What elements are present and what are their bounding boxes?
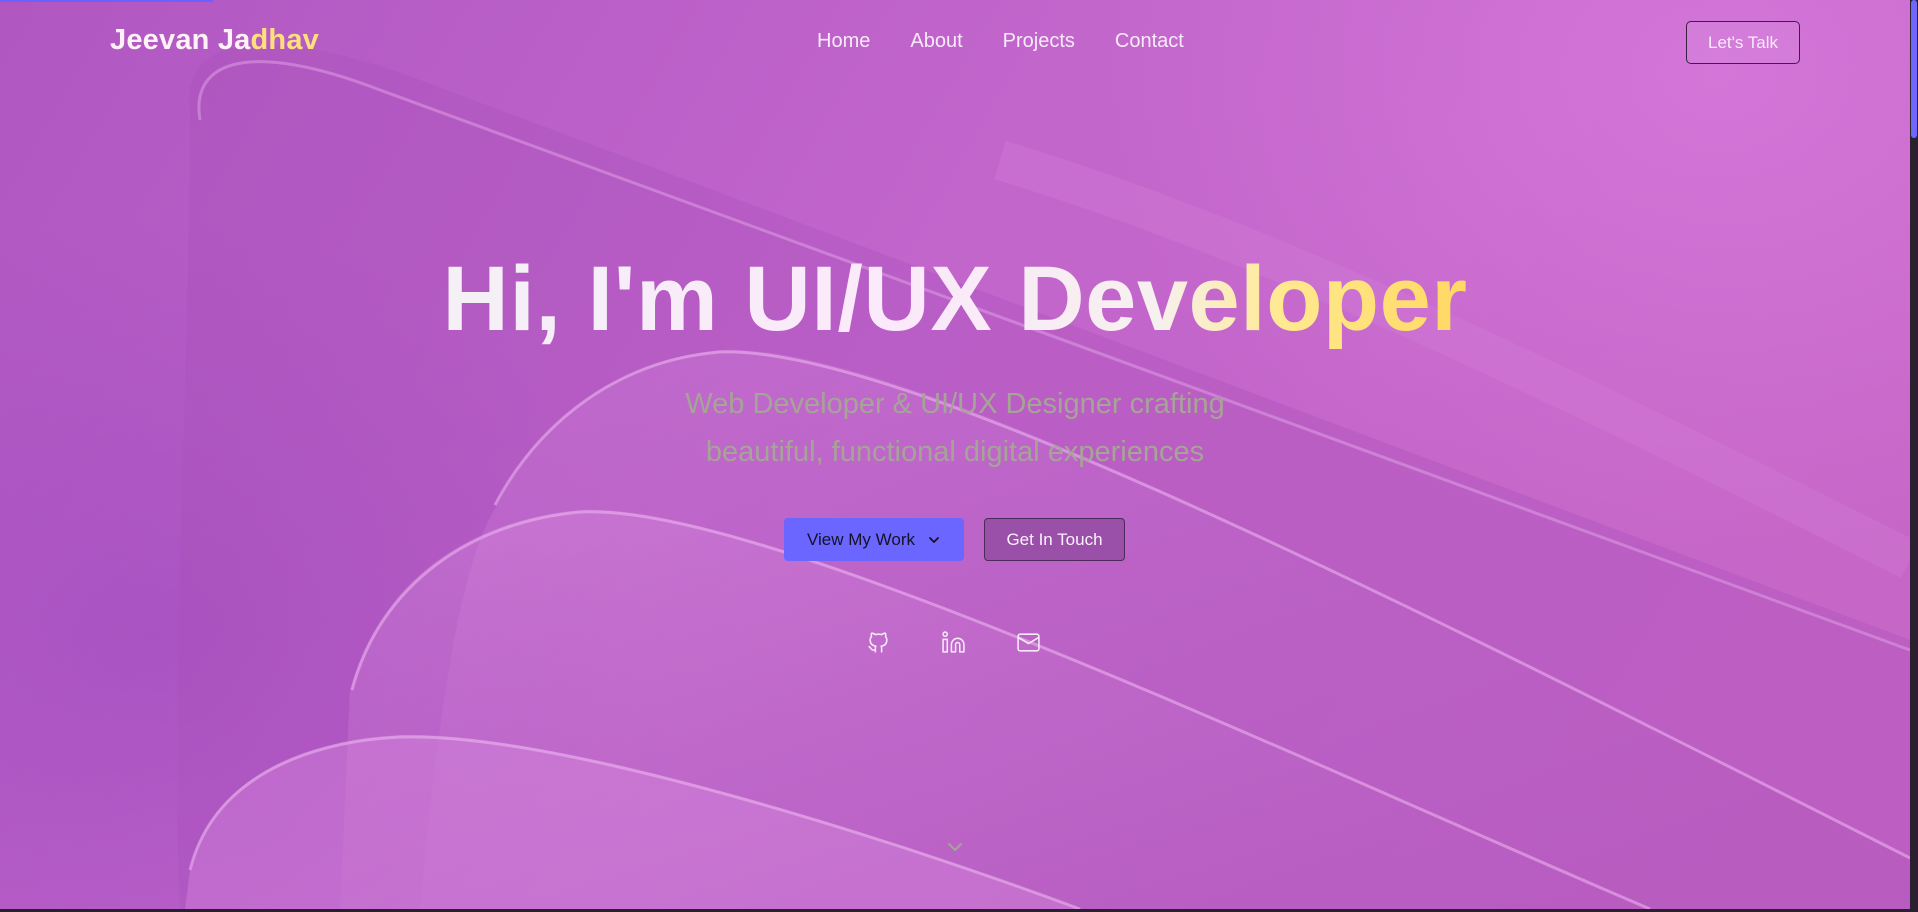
linkedin-link[interactable] xyxy=(941,630,966,655)
github-icon xyxy=(868,632,888,653)
lets-talk-button[interactable]: Let's Talk xyxy=(1686,21,1800,64)
get-in-touch-button[interactable]: Get In Touch xyxy=(984,518,1125,561)
hero-headline-text: Hi, I'm UI/UX Developer xyxy=(442,248,1468,350)
top-accent-bar xyxy=(0,0,213,2)
scrollbar-thumb[interactable] xyxy=(1911,0,1917,138)
hero-subtitle-line-2: beautiful, functional digital experience… xyxy=(705,436,1205,468)
brand-name-accent: dhav xyxy=(250,24,319,56)
nav-contact[interactable]: Contact xyxy=(1115,30,1184,53)
scroll-down-icon[interactable] xyxy=(944,836,966,858)
brand-name: Jeevan Ja xyxy=(110,24,251,56)
chevron-down-icon xyxy=(929,536,939,543)
brand-logo[interactable]: Jeevan Jadhav xyxy=(110,24,319,57)
view-my-work-label: View My Work xyxy=(806,529,915,549)
nav-about[interactable]: About xyxy=(910,30,962,53)
hero-subtitle-line-1: Web Developer & UI/UX Designer crafting xyxy=(685,388,1225,420)
page-scrollbar[interactable] xyxy=(1910,0,1918,912)
page: Jeevan Jadhav Home About Projects Contac… xyxy=(0,0,1918,912)
hero-subtitle: Web Developer & UI/UX Designer crafting … xyxy=(0,380,1910,476)
linkedin-icon xyxy=(942,631,965,653)
hero-actions: View My Work Get In Touch xyxy=(784,518,1125,561)
nav-projects[interactable]: Projects xyxy=(1003,30,1075,53)
main-nav: Home About Projects Contact xyxy=(817,30,1184,53)
hero-section: Jeevan Jadhav Home About Projects Contac… xyxy=(0,0,1910,909)
hero-headline: Hi, I'm UI/UX Developer xyxy=(0,244,1910,354)
view-my-work-button[interactable]: View My Work xyxy=(784,518,964,561)
social-links xyxy=(866,630,1041,655)
nav-home[interactable]: Home xyxy=(817,30,870,53)
mail-icon xyxy=(1017,633,1040,652)
github-link[interactable] xyxy=(866,630,891,655)
email-link[interactable] xyxy=(1016,630,1041,655)
